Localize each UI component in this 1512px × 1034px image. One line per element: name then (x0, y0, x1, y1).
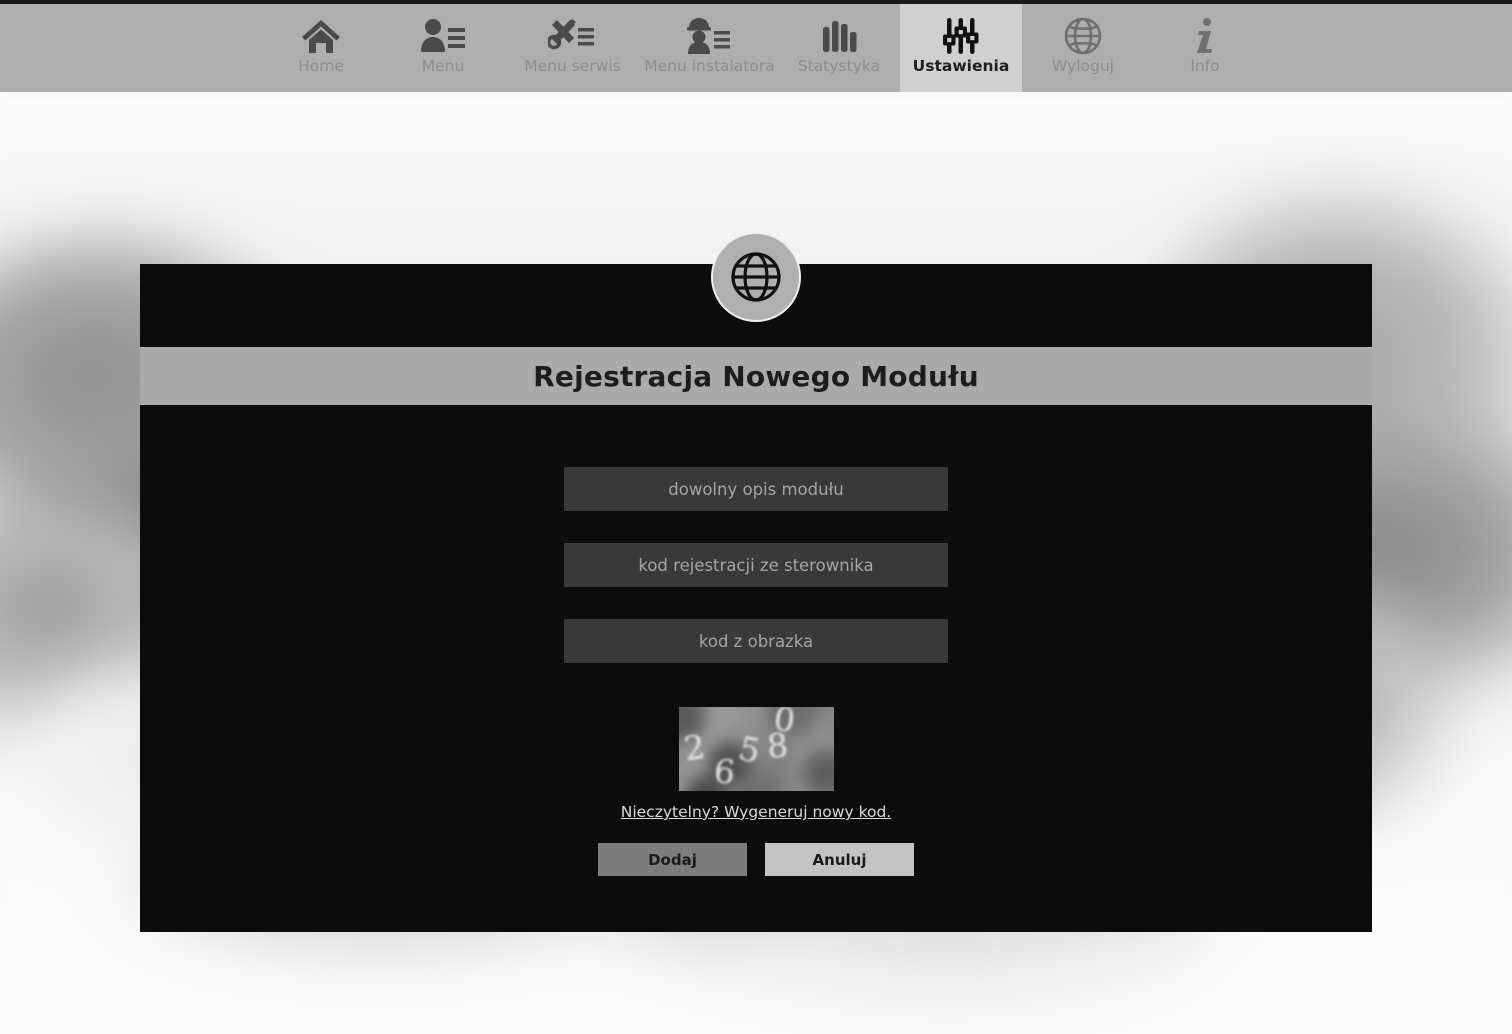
regenerate-captcha-link[interactable]: Nieczytelny? Wygeneruj nowy kod. (621, 803, 892, 821)
panel-body: 2 6 5 8 0 Nieczytelny? Wygeneruj nowy ko… (140, 405, 1372, 932)
captcha-code-input[interactable] (564, 619, 948, 663)
captcha-digit: 5 (734, 728, 764, 771)
panel-header (140, 232, 1372, 347)
registration-panel: Rejestracja Nowego Modułu 2 6 5 8 0 Niec… (140, 232, 1372, 932)
nav-label: Menu (421, 57, 465, 75)
nav-right-spacer (1266, 4, 1444, 92)
globe-badge-icon (711, 232, 801, 322)
nav-label: Menu serwis (524, 57, 621, 75)
module-description-input[interactable] (564, 467, 948, 511)
captcha-digit: 0 (770, 707, 798, 741)
nav-item-statystyka[interactable]: Statystyka (778, 4, 900, 92)
user-list-icon (419, 14, 467, 58)
background-blob (0, 940, 1512, 1034)
nav-item-info[interactable]: Info (1144, 4, 1266, 92)
bar-chart-icon (818, 14, 860, 58)
tools-list-icon (547, 14, 598, 58)
main-navigation: Home Menu Menu serwis Menu instalatora S… (0, 4, 1512, 92)
nav-left-spacer (68, 4, 260, 92)
globe-icon (1062, 14, 1104, 58)
nav-label: Ustawienia (912, 57, 1010, 75)
installer-list-icon (685, 14, 735, 58)
nav-item-home[interactable]: Home (260, 4, 382, 92)
cancel-button[interactable]: Anuluj (765, 843, 914, 876)
nav-label: Wyloguj (1052, 57, 1114, 75)
home-icon (299, 14, 343, 58)
nav-label: Statystyka (797, 57, 881, 75)
info-icon (1190, 14, 1220, 58)
captcha-digit: 2 (680, 726, 708, 769)
nav-item-menu[interactable]: Menu (382, 4, 504, 92)
captcha-digits: 2 6 5 8 0 (679, 707, 834, 791)
nav-item-menu-serwis[interactable]: Menu serwis (504, 4, 641, 92)
app-root: Home Menu Menu serwis Menu instalatora S… (0, 0, 1512, 1034)
nav-item-menu-instalatora[interactable]: Menu instalatora (641, 4, 778, 92)
nav-label: Menu instalatora (644, 57, 775, 75)
captcha-image: 2 6 5 8 0 (678, 707, 834, 791)
captcha-digit: 6 (711, 751, 737, 791)
nav-item-ustawienia[interactable]: Ustawienia (900, 4, 1022, 92)
submit-button[interactable]: Dodaj (598, 843, 747, 876)
sliders-icon (939, 14, 983, 58)
nav-item-wyloguj[interactable]: Wyloguj (1022, 4, 1144, 92)
page-title: Rejestracja Nowego Modułu (140, 347, 1372, 405)
nav-label: Home (298, 57, 344, 75)
registration-code-input[interactable] (564, 543, 948, 587)
button-row: Dodaj Anuluj (598, 843, 914, 876)
nav-label: Info (1190, 57, 1220, 75)
